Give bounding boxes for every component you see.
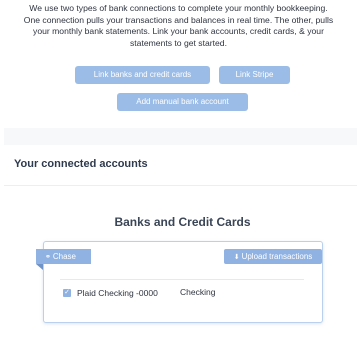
link-banks-button[interactable]: Link banks and credit cards: [75, 66, 210, 84]
banks-cards-heading: Banks and Credit Cards: [114, 215, 251, 229]
link-stripe-button[interactable]: Link Stripe: [219, 66, 290, 84]
intro-text: We use two types of bank connections to …: [23, 3, 334, 48]
add-manual-account-button[interactable]: Add manual bank account: [117, 93, 248, 111]
upload-icon: ⬇: [233, 254, 240, 261]
upload-transactions-label: Upload transactions: [241, 252, 313, 261]
account-name: Plaid Checking -0000: [77, 288, 158, 298]
section-divider-band: [4, 128, 357, 145]
upload-transactions-button[interactable]: ⬇ Upload transactions: [224, 249, 322, 264]
tag-fold-decoration: [36, 264, 43, 270]
account-type: Checking: [180, 287, 216, 297]
institution-name: Chase: [52, 252, 76, 261]
institution-tag-chase[interactable]: ⚭ Chase: [36, 249, 91, 264]
card-divider: [60, 279, 304, 280]
link-icon: ⚭: [45, 254, 51, 261]
account-checkbox[interactable]: ✓: [63, 289, 71, 297]
section-rule: [4, 185, 357, 186]
connected-accounts-title: Your connected accounts: [14, 158, 148, 170]
